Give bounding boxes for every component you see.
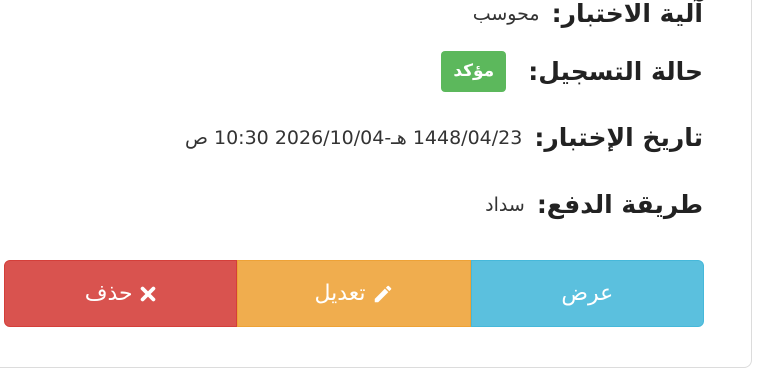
- exam-date-label: تاريخ الإختبار:: [534, 123, 703, 152]
- edit-button-label: تعديل: [314, 281, 366, 306]
- close-icon: [139, 285, 157, 303]
- view-button-label: عرض: [561, 281, 614, 306]
- exam-mechanism-value: محوسب: [472, 2, 540, 25]
- edit-button[interactable]: تعديل: [237, 260, 471, 327]
- delete-button[interactable]: حذف: [4, 260, 238, 327]
- exam-mechanism-row: آلية الاختبار: محوسب: [473, 0, 703, 28]
- payment-method-row: طريقة الدفع: سداد: [485, 190, 703, 219]
- pencil-icon: [372, 283, 394, 305]
- action-buttons: عرض تعديل حذف: [4, 260, 704, 327]
- registration-card: آلية الاختبار: محوسب حالة التسجيل: مؤكد …: [0, 0, 752, 368]
- delete-button-label: حذف: [84, 281, 133, 306]
- exam-date-row: تاريخ الإختبار: 1448/04/23 هـ-2026/10/04…: [185, 123, 703, 152]
- payment-method-value: سداد: [485, 193, 525, 216]
- registration-status-label: حالة التسجيل:: [528, 57, 703, 86]
- payment-method-label: طريقة الدفع:: [536, 190, 703, 219]
- status-badge: مؤكد: [441, 51, 507, 92]
- registration-status-row: حالة التسجيل: مؤكد: [441, 51, 703, 92]
- exam-date-value: 1448/04/23 هـ-2026/10/04 10:30 ص: [184, 126, 523, 149]
- exam-mechanism-label: آلية الاختبار:: [551, 0, 703, 28]
- view-button[interactable]: عرض: [470, 260, 704, 327]
